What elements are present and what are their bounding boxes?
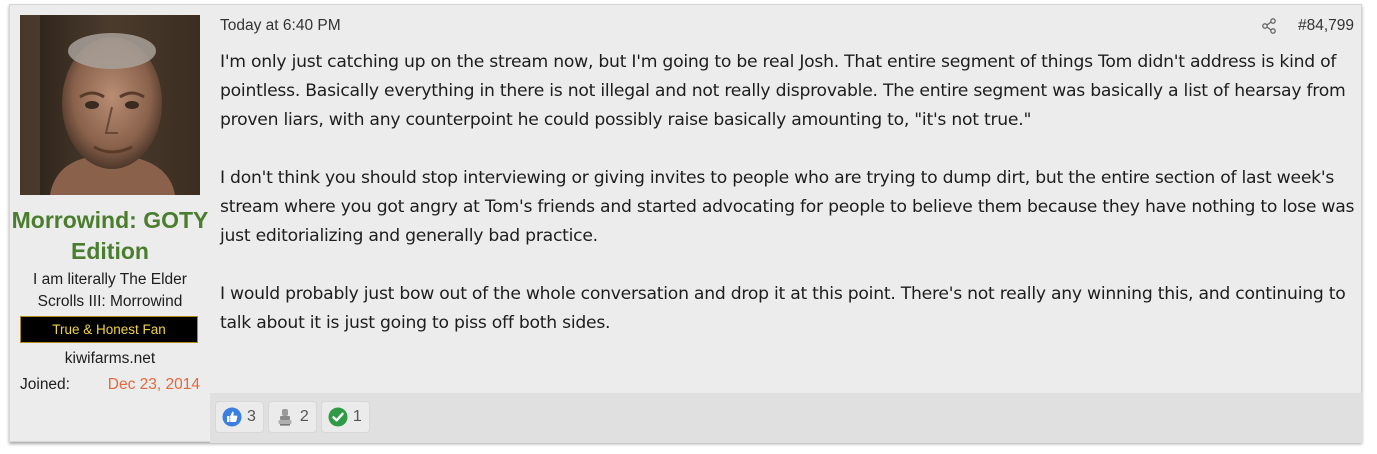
share-icon[interactable] bbox=[1261, 18, 1277, 34]
joined-date: Dec 23, 2014 bbox=[107, 376, 200, 393]
post-paragraph: I don't think you should stop interviewi… bbox=[220, 168, 1355, 246]
user-site: kiwifarms.net bbox=[64, 350, 156, 367]
reaction-agree[interactable]: 1 bbox=[320, 401, 370, 433]
avatar[interactable] bbox=[20, 15, 200, 195]
checkmark-icon bbox=[328, 407, 348, 427]
reaction-count: 3 bbox=[247, 408, 256, 425]
thumbs-up-icon bbox=[222, 407, 242, 427]
post-main: Today at 6:40 PM #84,799 I'm only just c… bbox=[210, 5, 1363, 393]
post-paragraph: I would probably just bow out of the who… bbox=[220, 284, 1346, 333]
reaction-count: 2 bbox=[299, 408, 309, 425]
user-banner: True & Honest Fan bbox=[20, 316, 198, 343]
user-title: I am literally The Elder Scrolls III: Mo… bbox=[33, 271, 187, 310]
reaction-count: 1 bbox=[352, 408, 362, 425]
username[interactable]: Morrowind: GOTY Edition bbox=[10, 205, 210, 267]
joined-label: Joined: bbox=[20, 376, 70, 393]
reaction-stamp[interactable]: 2 bbox=[267, 401, 317, 433]
post-timestamp[interactable]: Today at 6:40 PM bbox=[220, 16, 341, 36]
post-footer: 3 2 1 bbox=[210, 393, 1363, 443]
post-body: I'm only just catching up on the stream … bbox=[220, 48, 1355, 367]
forum-post: Morrowind: GOTY Edition I am literally T… bbox=[9, 4, 1363, 443]
post-number[interactable]: #84,799 bbox=[1298, 16, 1354, 36]
post-paragraph: I'm only just catching up on the stream … bbox=[220, 52, 1346, 130]
rubber-stamp-icon bbox=[278, 409, 292, 426]
reaction-bar: 3 2 1 bbox=[215, 401, 370, 433]
reaction-like[interactable]: 3 bbox=[215, 401, 264, 433]
user-info-panel: Morrowind: GOTY Edition I am literally T… bbox=[10, 5, 210, 393]
